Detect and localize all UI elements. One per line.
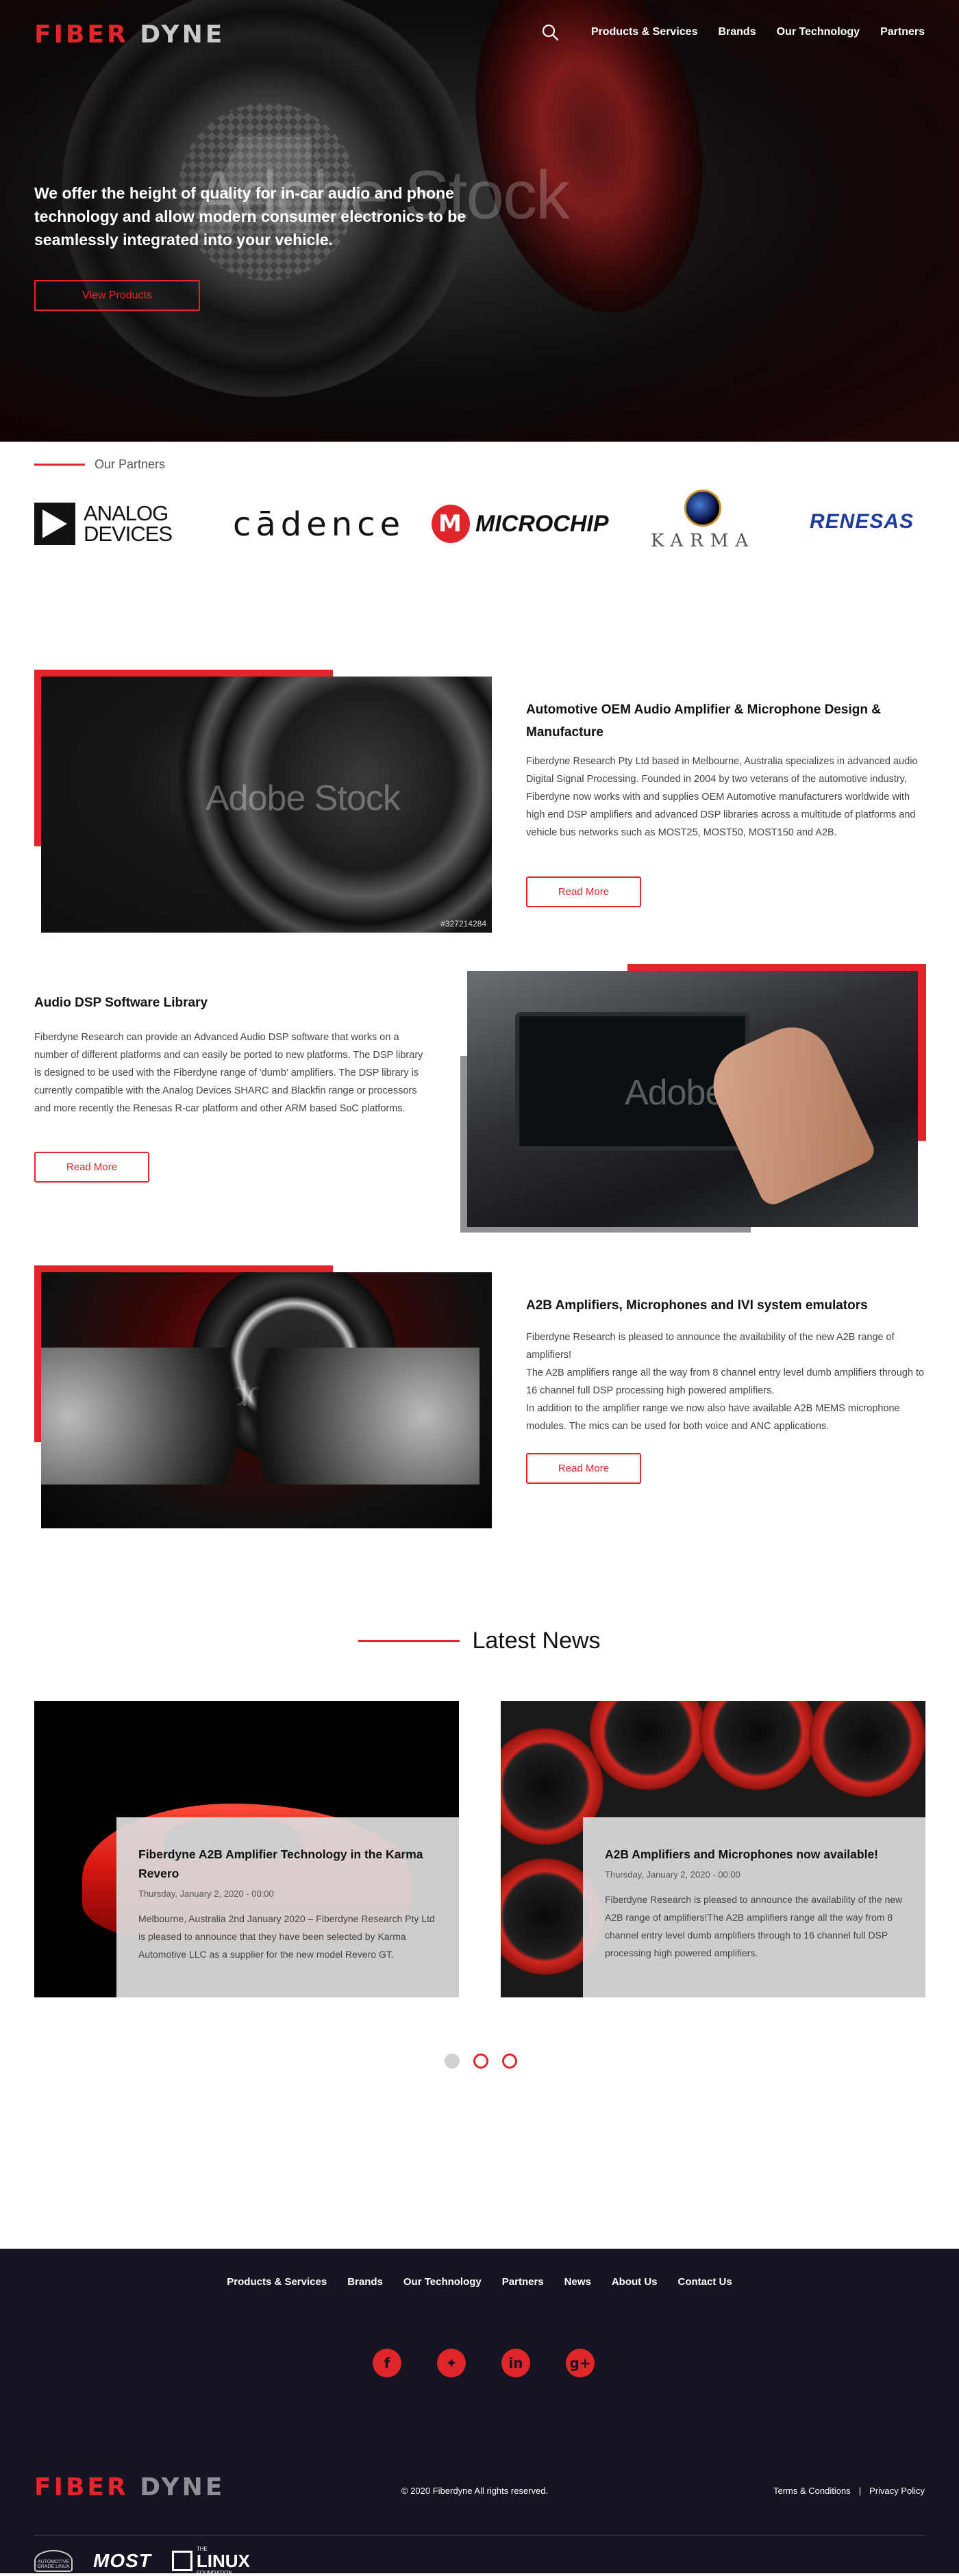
footer-fiberdyne-logo[interactable]: FIBER DYNE [34, 2473, 225, 2501]
read-more-button[interactable]: Read More [34, 1152, 149, 1183]
news-title[interactable]: A2B Amplifiers and Microphones now avail… [605, 1845, 904, 1864]
legal-links: Terms & Conditions | Privacy Policy [773, 2486, 925, 2496]
speaker-image [590, 1701, 706, 1790]
site-footer: Products & Services Brands Our Technolog… [0, 2249, 959, 2576]
feature-touchscreen-image: Adobe Stock [467, 971, 918, 1227]
speaker-image [699, 1701, 816, 1790]
carousel-dot-3[interactable] [502, 2054, 517, 2069]
read-more-button[interactable]: Read More [526, 876, 641, 907]
feature-title: A2B Amplifiers, Microphones and IVI syst… [526, 1298, 868, 1313]
nav-products-services[interactable]: Products & Services [591, 26, 698, 38]
feature-title: Automotive OEM Audio Amplifier & Microph… [526, 703, 881, 740]
renesas-logo[interactable]: RENESAS [810, 510, 914, 533]
social-links: f ✦ in g+ [373, 2349, 595, 2377]
analog-devices-logo[interactable]: ANALOG DEVICES [34, 502, 173, 546]
feature-subwoofer-image: Adobe Stock [41, 1272, 492, 1528]
feature-body: Fiberdyne Research can provide an Advanc… [34, 1032, 423, 1114]
footer-link-news[interactable]: News [564, 2276, 591, 2288]
footer-link-products-services[interactable]: Products & Services [227, 2276, 327, 2288]
fiberdyne-logo[interactable]: FIBER DYNE [34, 21, 225, 49]
news-card-panel: A2B Amplifiers and Microphones now avail… [583, 1817, 925, 1997]
membership-badges: AUTOMOTIVE GRADE LINUX MOST THE LINUX FO… [34, 2546, 250, 2576]
top-navigation-bar: FIBER DYNE Products & Services Brands Ou… [0, 0, 959, 62]
analog-devices-icon [34, 503, 75, 545]
news-excerpt: Melbourne, Australia 2nd January 2020 – … [138, 1913, 435, 1960]
main-nav: Products & Services Brands Our Technolog… [591, 26, 925, 38]
nav-partners[interactable]: Partners [880, 26, 925, 38]
karma-orb-icon [684, 490, 722, 527]
carousel-pagination [445, 2054, 517, 2069]
microchip-logo[interactable]: MICROCHIP [432, 505, 609, 543]
microchip-icon [432, 505, 470, 543]
facebook-icon[interactable]: f [373, 2349, 401, 2377]
news-card[interactable]: Fiberdyne A2B Amplifier Technology in th… [34, 1701, 459, 1997]
feature-speaker-image: Adobe Stock #327214284 [41, 677, 492, 933]
hero-tagline: We offer the height of quality for in-ca… [34, 184, 466, 249]
feature-body: Fiberdyne Research Pty Ltd based in Melb… [526, 756, 918, 838]
label-accent-line [34, 464, 85, 466]
footer-link-about-us[interactable]: About Us [612, 2276, 658, 2288]
feature-title: Audio DSP Software Library [34, 996, 208, 1010]
terms-conditions-link[interactable]: Terms & Conditions [773, 2486, 851, 2496]
heading-accent-line [358, 1640, 460, 1642]
nav-brands[interactable]: Brands [718, 26, 756, 38]
news-excerpt: Fiberdyne Research is pleased to announc… [605, 1894, 903, 1958]
view-products-button[interactable]: View Products [34, 280, 200, 311]
most-logo: MOST [93, 2550, 151, 2571]
feature-body: Fiberdyne Research is pleased to announc… [526, 1332, 925, 1432]
footer-link-partners[interactable]: Partners [502, 2276, 544, 2288]
privacy-policy-link[interactable]: Privacy Policy [869, 2486, 925, 2496]
partners-label: Our Partners [34, 457, 165, 472]
footer-divider [34, 2535, 925, 2536]
footer-link-our-technology[interactable]: Our Technology [403, 2276, 482, 2288]
cadence-logo[interactable]: cādence [233, 505, 405, 544]
footer-link-brands[interactable]: Brands [347, 2276, 383, 2288]
carousel-dot-1[interactable] [445, 2054, 460, 2069]
linux-foundation-icon [171, 2551, 192, 2571]
nav-our-technology[interactable]: Our Technology [777, 26, 860, 38]
news-card[interactable]: A2B Amplifiers and Microphones now avail… [501, 1701, 925, 1997]
news-card-panel: Fiberdyne A2B Amplifier Technology in th… [116, 1817, 459, 1997]
search-icon[interactable] [541, 23, 559, 41]
read-more-button[interactable]: Read More [526, 1453, 641, 1484]
footer-link-contact-us[interactable]: Contact Us [678, 2276, 732, 2288]
news-title[interactable]: Fiberdyne A2B Amplifier Technology in th… [138, 1845, 437, 1883]
hero-section: Adobe Stock FIBER DYNE Products & Servic… [0, 0, 959, 442]
twitter-icon[interactable]: ✦ [437, 2349, 466, 2377]
news-date: Thursday, January 2, 2020 - 00:00 [138, 1889, 274, 1899]
karma-logo[interactable]: KARMA [651, 490, 755, 551]
linux-foundation-logo: THE LINUX FOUNDATION [171, 2546, 250, 2576]
carousel-dot-2[interactable] [473, 2054, 488, 2069]
agl-logo: AUTOMOTIVE GRADE LINUX [34, 2550, 73, 2572]
linkedin-icon[interactable]: in [501, 2349, 530, 2377]
speaker-image [809, 1701, 925, 1797]
footer-nav: Products & Services Brands Our Technolog… [0, 2276, 959, 2288]
latest-news-heading: Latest News [0, 1628, 959, 1654]
copyright-text: © 2020 Fiberdyne All rights reserved. [401, 2486, 549, 2496]
news-date: Thursday, January 2, 2020 - 00:00 [605, 1869, 740, 1880]
googleplus-icon[interactable]: g+ [566, 2349, 595, 2377]
